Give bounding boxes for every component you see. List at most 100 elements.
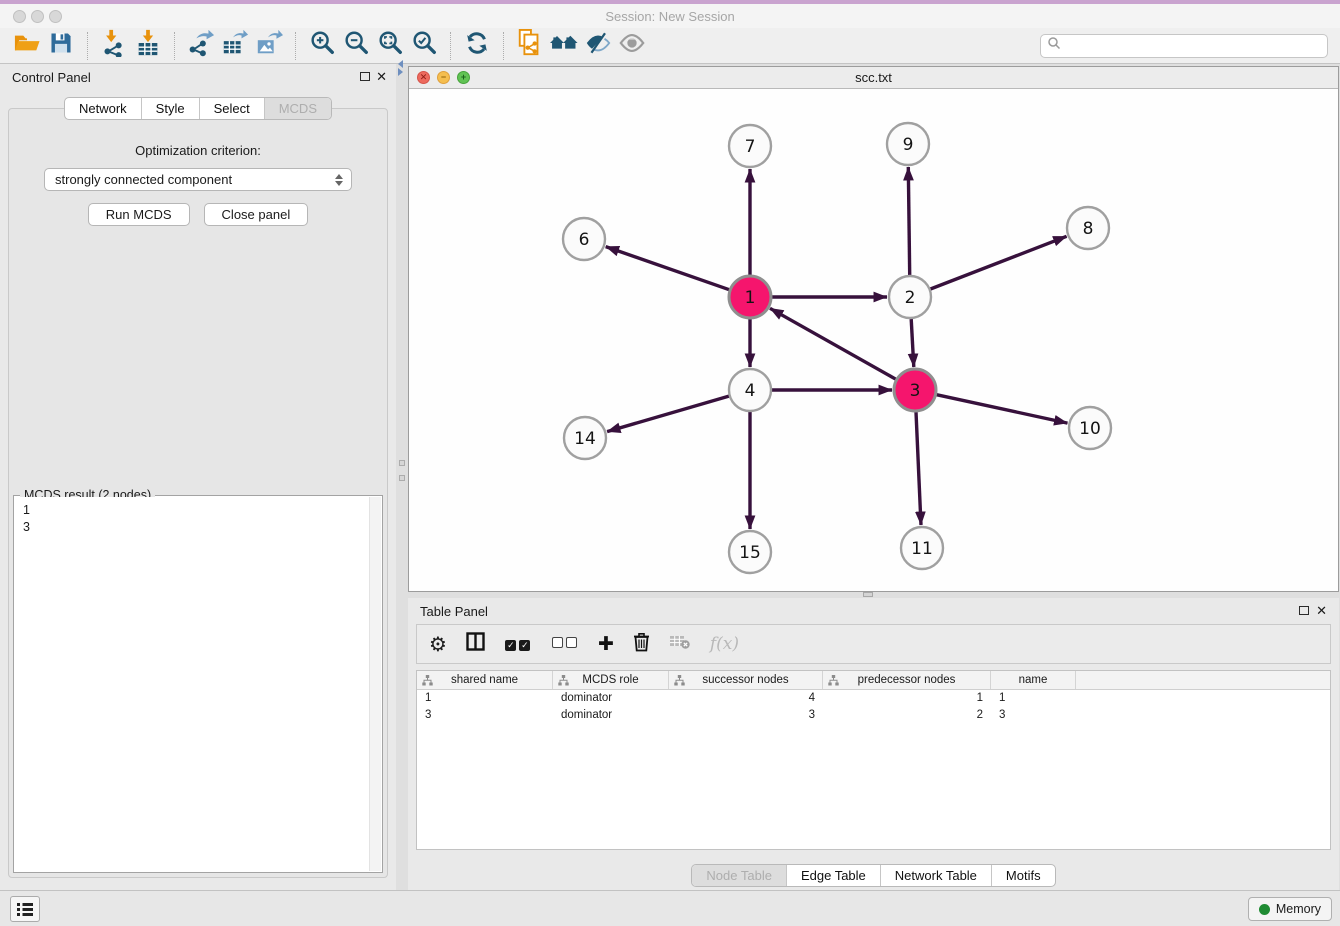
search-box[interactable] bbox=[1040, 34, 1328, 58]
zoom-selected-button[interactable] bbox=[407, 30, 441, 62]
window-titlebar: Session: New Session bbox=[0, 0, 1340, 28]
zoom-out-button[interactable] bbox=[339, 30, 373, 62]
tab-edge-table[interactable]: Edge Table bbox=[786, 865, 880, 886]
tab-node-table[interactable]: Node Table bbox=[692, 865, 786, 886]
graph-edge-2-3[interactable] bbox=[911, 319, 914, 367]
table-settings-button[interactable]: ⚙ bbox=[429, 632, 447, 656]
column-header-mcds-role[interactable]: MCDS role bbox=[553, 671, 669, 689]
graph-edge-3-1[interactable] bbox=[770, 308, 896, 379]
open-folder-icon bbox=[13, 30, 41, 61]
save-session-button[interactable] bbox=[44, 30, 78, 62]
search-icon bbox=[1047, 36, 1061, 55]
vertical-splitter[interactable] bbox=[396, 64, 408, 890]
column-sort-icon bbox=[674, 675, 685, 689]
column-header-successor-nodes[interactable]: successor nodes bbox=[669, 671, 823, 689]
network-canvas[interactable]: 7968124314101511 bbox=[409, 89, 1338, 591]
homes-icon bbox=[549, 29, 579, 62]
export-image-button[interactable] bbox=[252, 30, 286, 62]
eye-slash-icon bbox=[584, 29, 612, 62]
node-table-body: 1dominator4113dominator323 bbox=[417, 690, 1330, 724]
import-network-button[interactable] bbox=[97, 30, 131, 62]
column-header-shared-name[interactable]: shared name bbox=[417, 671, 553, 689]
graph-edge-1-6[interactable] bbox=[606, 247, 730, 290]
export-table-button[interactable] bbox=[218, 30, 252, 62]
memory-button[interactable]: Memory bbox=[1248, 897, 1332, 921]
splitter-collapse-left-icon[interactable] bbox=[398, 60, 403, 68]
delete-column-button[interactable] bbox=[633, 632, 650, 657]
toolbar-separator bbox=[174, 32, 175, 60]
table-cell: 1 bbox=[823, 690, 991, 707]
open-session-button[interactable] bbox=[10, 30, 44, 62]
zoom-in-icon bbox=[308, 29, 336, 62]
gear-icon: ⚙ bbox=[429, 632, 447, 656]
graph-edge-3-10[interactable] bbox=[937, 395, 1068, 423]
go-home-button[interactable] bbox=[547, 30, 581, 62]
float-panel-icon[interactable] bbox=[360, 72, 370, 81]
show-panels-button[interactable] bbox=[10, 896, 40, 922]
export-table-icon bbox=[221, 29, 249, 62]
eye-icon bbox=[618, 29, 646, 62]
column-header-name[interactable]: name bbox=[991, 671, 1076, 689]
tab-mcds[interactable]: MCDS bbox=[264, 98, 331, 119]
network-graph[interactable]: 7968124314101511 bbox=[409, 89, 1338, 591]
memory-label: Memory bbox=[1276, 902, 1321, 916]
close-panel-button[interactable]: Close panel bbox=[204, 203, 309, 226]
column-header-label: predecessor nodes bbox=[858, 674, 956, 686]
control-panel-title: Control Panel bbox=[12, 70, 91, 85]
zoom-fit-button[interactable] bbox=[373, 30, 407, 62]
graph-edge-4-14[interactable] bbox=[607, 396, 729, 432]
criterion-select[interactable]: strongly connected component bbox=[44, 168, 352, 191]
column-header-label: shared name bbox=[451, 674, 518, 686]
tab-motifs[interactable]: Motifs bbox=[991, 865, 1055, 886]
search-input[interactable] bbox=[1061, 36, 1327, 56]
close-panel-icon[interactable]: ✕ bbox=[376, 69, 387, 85]
optimization-criterion-label: Optimization criterion: bbox=[9, 143, 387, 158]
refresh-icon bbox=[463, 29, 491, 62]
mcds-result-groupbox: MCDS result (2 nodes) 13 bbox=[13, 495, 383, 873]
delete-table-button[interactable] bbox=[669, 633, 691, 655]
graph-edge-3-11[interactable] bbox=[916, 412, 921, 525]
close-panel-icon[interactable]: ✕ bbox=[1316, 603, 1327, 619]
select-all-columns-button[interactable]: ✓✓ bbox=[504, 635, 532, 653]
mcds-result-scrollbar[interactable] bbox=[369, 497, 381, 871]
mcds-result-list[interactable]: 13 bbox=[15, 497, 381, 871]
table-row[interactable]: 3dominator323 bbox=[417, 707, 1330, 724]
splitter-grip bbox=[399, 475, 405, 481]
export-network-button[interactable] bbox=[184, 30, 218, 62]
plus-icon: ✚ bbox=[598, 633, 614, 655]
create-column-button[interactable]: ✚ bbox=[598, 633, 614, 655]
graph-node-label: 10 bbox=[1079, 419, 1101, 439]
tab-network-table[interactable]: Network Table bbox=[880, 865, 991, 886]
show-columns-button[interactable] bbox=[466, 632, 485, 656]
run-mcds-button[interactable]: Run MCDS bbox=[88, 203, 190, 226]
graph-node-label: 7 bbox=[745, 137, 756, 157]
graph-edge-2-8[interactable] bbox=[931, 236, 1067, 289]
tab-select[interactable]: Select bbox=[199, 98, 264, 119]
criterion-value: strongly connected component bbox=[55, 172, 232, 187]
main-area: Control Panel ✕ NetworkStyleSelectMCDS O… bbox=[0, 64, 1340, 890]
mcds-result-value: 3 bbox=[23, 519, 381, 536]
zoom-selected-icon bbox=[410, 29, 438, 62]
tab-style[interactable]: Style bbox=[141, 98, 199, 119]
control-panel-tabbar: NetworkStyleSelectMCDS bbox=[0, 97, 396, 120]
function-builder-button[interactable]: f(x) bbox=[710, 634, 739, 654]
float-panel-icon[interactable] bbox=[1299, 606, 1309, 615]
graph-node-label: 11 bbox=[911, 539, 933, 559]
tab-network[interactable]: Network bbox=[65, 98, 141, 119]
splitter-handle[interactable] bbox=[863, 592, 873, 597]
import-table-button[interactable] bbox=[131, 30, 165, 62]
hide-network-button[interactable] bbox=[581, 30, 615, 62]
apply-layout-button[interactable] bbox=[460, 30, 494, 62]
column-header-predecessor-nodes[interactable]: predecessor nodes bbox=[823, 671, 991, 689]
deselect-all-columns-button[interactable] bbox=[551, 635, 579, 653]
graph-node-label: 14 bbox=[574, 429, 596, 449]
table-row[interactable]: 1dominator411 bbox=[417, 690, 1330, 707]
splitter-collapse-right-icon[interactable] bbox=[398, 68, 403, 76]
show-network-button[interactable] bbox=[615, 30, 649, 62]
table-cell: dominator bbox=[553, 707, 669, 724]
zoom-in-button[interactable] bbox=[305, 30, 339, 62]
export-network-icon bbox=[187, 29, 215, 62]
graph-edge-2-9[interactable] bbox=[908, 167, 909, 275]
table-cell: 3 bbox=[669, 707, 823, 724]
clone-network-button[interactable] bbox=[513, 30, 547, 62]
